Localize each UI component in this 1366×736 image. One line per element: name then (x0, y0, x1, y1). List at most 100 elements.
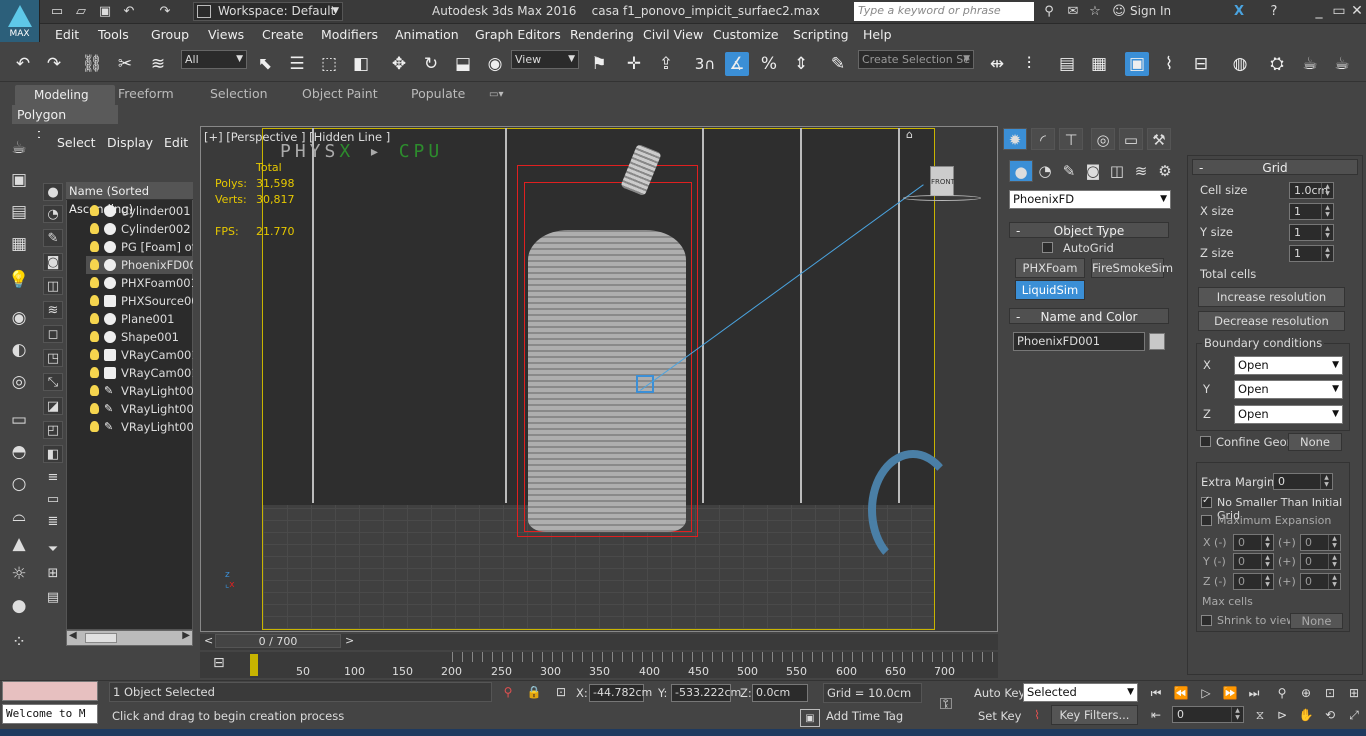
list-item[interactable]: PhoenixFD001 (86, 256, 193, 274)
menu-animation[interactable]: Animation (395, 27, 459, 42)
object-color-swatch[interactable] (1149, 333, 1165, 350)
menu-group[interactable]: Group (151, 27, 189, 42)
x-plus-input[interactable]: 0 ▲ ▼ (1300, 534, 1341, 551)
undo-icon[interactable]: ↶ (11, 52, 35, 76)
current-frame-marker[interactable] (250, 654, 258, 676)
link-icon[interactable]: ⛓ (80, 52, 104, 76)
pan-icon[interactable]: ✋ (1296, 706, 1316, 724)
z-plus-input[interactable]: 0 ▲ ▼ (1300, 573, 1341, 590)
help-icon[interactable]: ? (1265, 3, 1283, 21)
menu-civil-view[interactable]: Civil View (643, 27, 703, 42)
spacewarps-category-icon[interactable]: ≋ (1129, 160, 1153, 182)
key-mode-toggle-icon[interactable]: ⇤ (1146, 706, 1166, 724)
object-type-rollout[interactable]: - Object Type (1009, 222, 1169, 238)
z-coord-input[interactable]: 0.0cm (752, 684, 808, 702)
phoenix-source-icon[interactable] (636, 375, 654, 393)
render-setup-icon[interactable]: ⛭ (1265, 52, 1289, 76)
liquidsim-button[interactable]: LiquidSim (1015, 280, 1085, 300)
tab-freeform[interactable]: Freeform (118, 86, 174, 101)
tab-selection[interactable]: Selection (210, 86, 268, 101)
zoom-all-icon[interactable]: ⊕ (1296, 684, 1316, 702)
helper-icon[interactable]: ◐ (7, 338, 31, 362)
list-item[interactable]: Cylinder002 (86, 220, 193, 238)
pivot-icon[interactable]: ⚑ (587, 52, 611, 76)
key-filters-button[interactable]: Key Filters... (1051, 705, 1138, 725)
ribbon-options-icon[interactable]: ▭▾ (489, 89, 503, 100)
redo-icon[interactable]: ↷ (42, 52, 66, 76)
rectangular-selection-icon[interactable]: ⬚ (317, 52, 341, 76)
display-lights-icon[interactable]: ✎ (43, 229, 63, 247)
redo-icon[interactable]: ↷ (156, 3, 174, 21)
shrink-none-button[interactable]: None (1290, 613, 1343, 629)
grid-rollout[interactable]: - Grid (1192, 159, 1358, 175)
render-frame-icon[interactable]: ☕ (1298, 52, 1322, 76)
basket-icon[interactable]: ⌓ (7, 504, 31, 528)
menu-edit[interactable]: Edit (55, 27, 79, 42)
move-icon[interactable]: ✥ (387, 52, 411, 76)
unlink-icon[interactable]: ✂ (113, 52, 137, 76)
layers-explorer-icon[interactable]: ≣ (43, 513, 63, 531)
increase-resolution-button[interactable]: Increase resolution (1198, 287, 1345, 307)
menu-scripting[interactable]: Scripting (793, 27, 849, 42)
layer-manager-icon[interactable]: ▤ (1055, 52, 1079, 76)
align-icon[interactable]: ⫶ (1017, 52, 1041, 76)
curve-editor-icon[interactable]: ⌇ (1157, 52, 1181, 76)
display-bones-icon[interactable]: ⤡ (43, 373, 63, 391)
viewcube[interactable]: FRONT (930, 166, 955, 196)
sun-icon[interactable]: ☼ (7, 562, 31, 586)
create-tab-icon[interactable]: ✹ (1003, 128, 1027, 150)
maxscript-output[interactable]: Welcome to M (2, 704, 98, 724)
decrease-resolution-button[interactable]: Decrease resolution (1198, 311, 1345, 331)
go-to-end-icon[interactable]: ⏭ (1244, 684, 1264, 702)
viewcube-ring[interactable] (903, 195, 981, 201)
max-expansion-checkbox[interactable] (1201, 515, 1212, 526)
user-icon[interactable]: ☺ (1110, 3, 1128, 21)
close-button[interactable]: ✕ (1348, 3, 1366, 21)
home-icon[interactable]: ⌂ (906, 128, 913, 141)
layers-icon[interactable]: ▤ (7, 200, 31, 224)
edit-named-selection-icon[interactable]: ✎ (826, 52, 850, 76)
object-name-input[interactable]: PhoenixFD001 (1013, 332, 1145, 351)
list-item[interactable]: ✎VRayLight001.T (86, 400, 193, 418)
render-icon[interactable]: ☕ (1330, 52, 1354, 76)
snap-toggle-icon[interactable]: 3∩ (693, 52, 717, 76)
material-editor-icon[interactable]: ◍ (1228, 52, 1252, 76)
schematic-icon[interactable]: ▦ (7, 232, 31, 256)
confine-geom-checkbox[interactable] (1200, 436, 1211, 447)
lights-category-icon[interactable]: ✎ (1057, 160, 1081, 182)
schematic-view-icon[interactable]: ⊟ (1189, 52, 1213, 76)
cameras-category-icon[interactable]: ◙ (1081, 160, 1105, 182)
reference-coordinate-dropdown[interactable]: View ▼ (511, 50, 579, 69)
category-dropdown[interactable]: PhoenixFD ▼ (1009, 190, 1171, 209)
sign-in-link[interactable]: Sign In (1130, 4, 1171, 18)
app-logo-button[interactable]: MAX (0, 0, 40, 42)
menu-rendering[interactable]: Rendering (570, 27, 634, 42)
display-xrefs-icon[interactable]: ◳ (43, 349, 63, 367)
undo-icon[interactable]: ↶ (120, 3, 138, 21)
next-frame-icon[interactable]: ⏩ (1220, 684, 1240, 702)
extra-margin-input[interactable]: 0 ▲ ▼ (1273, 473, 1333, 490)
name-column-header[interactable]: Name (Sorted Ascending) (66, 182, 193, 216)
isolate-icon[interactable]: ⚲ (498, 683, 518, 701)
shapes-category-icon[interactable]: ◔ (1033, 160, 1057, 182)
sphere-icon[interactable]: ○ (7, 472, 31, 496)
polygon-modeling-panel[interactable]: Polygon Modeling (12, 105, 118, 141)
menu-customize[interactable]: Customize (713, 27, 779, 42)
time-tag-icon[interactable]: ▣ (800, 709, 820, 727)
set-key-button[interactable]: Set Key (978, 709, 1021, 723)
z-size-input[interactable]: 1 ▲ ▼ (1289, 245, 1334, 262)
tab-object-paint[interactable]: Object Paint (302, 86, 378, 101)
vray-light-object[interactable] (868, 450, 958, 570)
menu-help[interactable]: Help (863, 27, 892, 42)
zoom-icon[interactable]: ⚲ (1272, 684, 1292, 702)
percent-snap-icon[interactable]: % (757, 52, 781, 76)
menu-modifiers[interactable]: Modifiers (321, 27, 378, 42)
y-size-input[interactable]: 1 ▲ ▼ (1289, 224, 1334, 241)
name-and-color-rollout[interactable]: - Name and Color (1009, 308, 1169, 324)
new-file-icon[interactable]: ▭ (48, 3, 66, 21)
modify-tab-icon[interactable]: ◜ (1031, 128, 1055, 150)
lock-icon[interactable]: 🔒 (524, 683, 544, 701)
minimize-button[interactable]: _ (1310, 3, 1328, 21)
exchange-apps-icon[interactable]: X (1230, 3, 1248, 21)
list-item[interactable]: PHXSource001 (86, 292, 193, 310)
